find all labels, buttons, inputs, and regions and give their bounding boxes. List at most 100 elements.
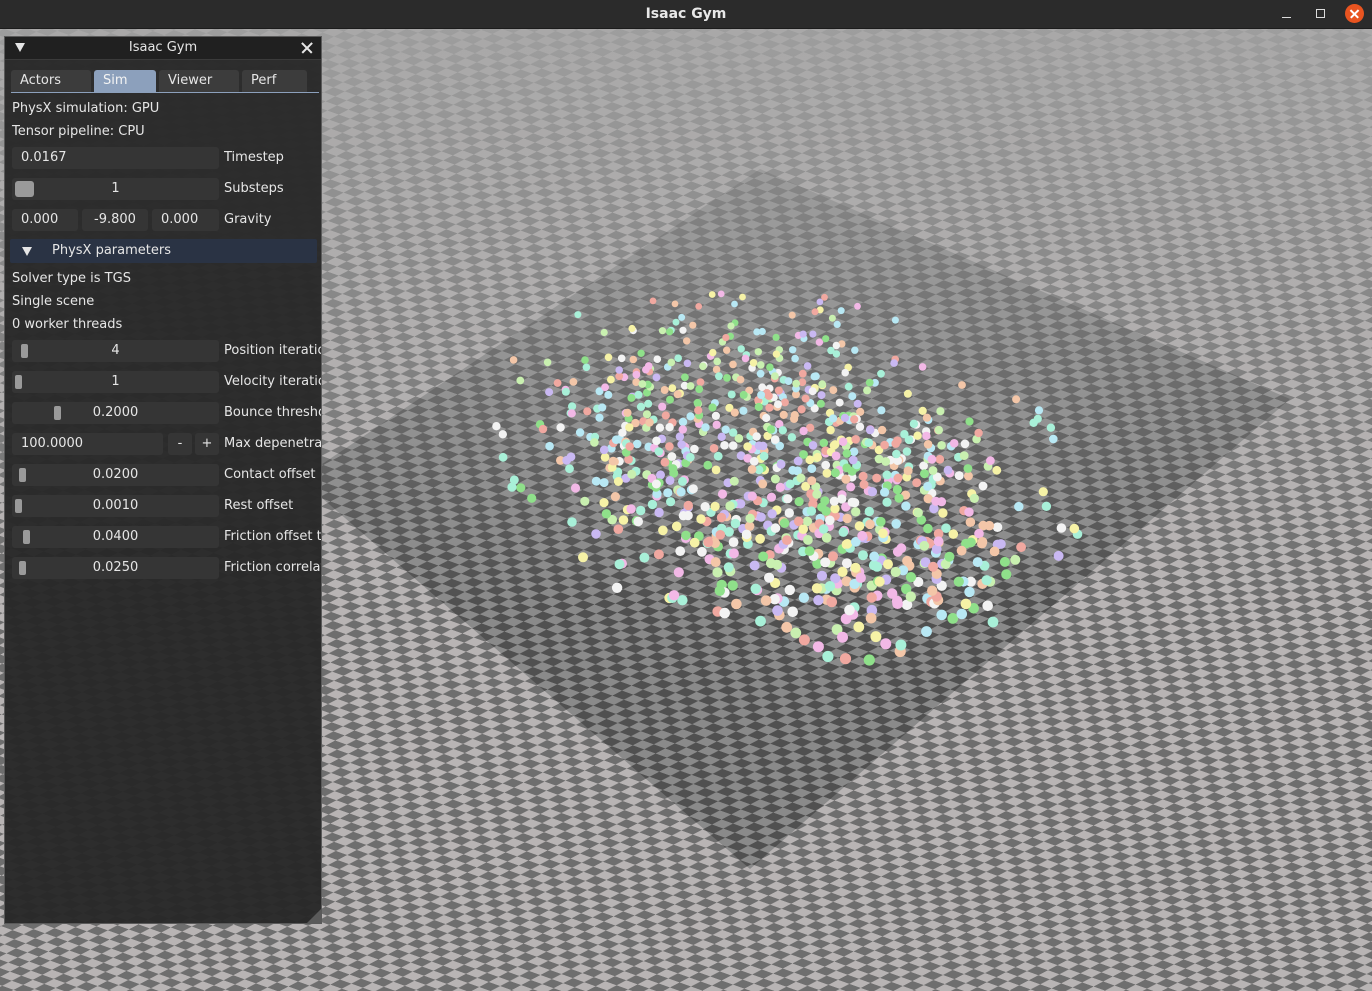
sphere xyxy=(672,318,680,326)
sphere xyxy=(613,524,624,534)
slider-grab[interactable] xyxy=(20,344,28,358)
sphere xyxy=(527,493,537,503)
slider-grab[interactable] xyxy=(18,561,26,575)
sphere xyxy=(728,548,739,559)
sphere xyxy=(779,518,790,528)
slider-grab[interactable] xyxy=(15,181,34,197)
sphere xyxy=(653,355,662,364)
sphere xyxy=(683,337,691,345)
increment-button[interactable]: + xyxy=(195,433,219,455)
gravity-x-input[interactable]: 0.000 xyxy=(12,209,78,231)
sphere xyxy=(634,390,643,399)
decrement-button[interactable]: - xyxy=(168,433,192,455)
expand-arrow-icon xyxy=(22,247,32,256)
sphere xyxy=(797,405,806,414)
sphere xyxy=(671,300,679,308)
rest-offset-slider[interactable]: 0.0010 xyxy=(12,495,219,517)
slider-grab[interactable] xyxy=(15,499,22,513)
sphere xyxy=(877,369,885,378)
timestep-input[interactable]: 0.0167 xyxy=(12,147,219,169)
slider-grab[interactable] xyxy=(18,468,26,482)
sphere xyxy=(753,328,761,336)
slider-grab[interactable] xyxy=(22,530,30,544)
contact-offset-slider[interactable]: 0.0200 xyxy=(12,464,219,486)
position-iterations-slider[interactable]: 4 xyxy=(12,340,219,362)
sphere xyxy=(685,452,695,462)
close-window-icon[interactable] xyxy=(1345,4,1364,23)
sphere xyxy=(667,358,676,367)
sphere xyxy=(615,366,623,374)
sphere xyxy=(866,592,877,603)
sphere xyxy=(1049,434,1058,444)
sphere xyxy=(903,389,912,398)
sphere xyxy=(712,365,721,374)
sphere xyxy=(878,528,888,539)
max-depenetration-input[interactable]: 100.0000 xyxy=(12,433,163,455)
sphere xyxy=(1014,501,1024,512)
sphere xyxy=(730,408,739,417)
sphere xyxy=(918,363,927,371)
sphere xyxy=(827,346,835,355)
sphere xyxy=(661,411,670,420)
sphere xyxy=(538,424,548,434)
slider-grab[interactable] xyxy=(53,406,61,420)
sphere xyxy=(689,537,700,548)
sphere xyxy=(717,489,728,499)
sphere xyxy=(853,399,862,408)
sphere xyxy=(895,639,907,651)
sphere xyxy=(730,518,741,529)
sphere xyxy=(613,477,623,486)
physx-parameters-header[interactable]: PhysX parameters xyxy=(10,239,317,263)
sphere xyxy=(575,428,585,437)
minimize-icon[interactable] xyxy=(1277,4,1297,24)
sphere xyxy=(887,588,898,599)
substeps-slider[interactable]: 1 xyxy=(12,178,219,200)
sphere xyxy=(972,557,983,568)
sphere xyxy=(923,494,933,504)
resize-grip-icon[interactable] xyxy=(307,909,321,923)
sphere xyxy=(841,558,852,569)
sphere xyxy=(686,412,695,421)
window-titlebar[interactable]: Isaac Gym xyxy=(0,0,1372,29)
close-icon[interactable] xyxy=(299,40,315,56)
sphere xyxy=(927,454,937,464)
sphere xyxy=(623,408,632,417)
gravity-z-input[interactable]: 0.000 xyxy=(152,209,219,231)
sphere xyxy=(869,551,880,562)
sphere xyxy=(715,372,723,381)
friction-correlation-slider[interactable]: 0.0250 xyxy=(12,557,219,579)
sphere xyxy=(750,583,761,594)
isaac-gym-panel[interactable]: Isaac Gym Actors Sim Viewer Perf PhysX s… xyxy=(4,36,322,924)
sphere xyxy=(629,355,638,364)
sphere xyxy=(913,431,922,440)
sphere xyxy=(567,409,576,418)
maximize-icon[interactable] xyxy=(1311,4,1331,24)
sphere xyxy=(842,539,853,549)
friction-correlation-value: 0.0250 xyxy=(92,560,139,575)
friction-offset-slider[interactable]: 0.0400 xyxy=(12,526,219,548)
velocity-iterations-slider[interactable]: 1 xyxy=(12,371,219,393)
sphere xyxy=(803,535,813,545)
sphere xyxy=(865,425,875,435)
sphere xyxy=(739,390,748,399)
panel-titlebar[interactable]: Isaac Gym xyxy=(5,37,321,60)
sphere xyxy=(894,493,904,503)
sphere xyxy=(601,509,612,519)
sphere xyxy=(625,442,634,451)
tab-viewer[interactable]: Viewer xyxy=(159,70,239,92)
tab-sim[interactable]: Sim xyxy=(94,70,156,92)
gravity-y-input[interactable]: -9.800 xyxy=(82,209,148,231)
sphere xyxy=(956,608,968,620)
sphere xyxy=(798,524,808,534)
sphere xyxy=(772,350,781,358)
bounce-threshold-slider[interactable]: 0.2000 xyxy=(12,402,219,424)
sphere xyxy=(618,515,629,525)
sphere xyxy=(770,474,780,484)
slider-grab[interactable] xyxy=(15,375,22,389)
tab-perf[interactable]: Perf xyxy=(242,70,307,92)
tab-actors[interactable]: Actors xyxy=(11,70,91,92)
sphere xyxy=(711,465,721,475)
sphere xyxy=(964,507,974,517)
sphere xyxy=(758,551,769,562)
sphere xyxy=(987,616,999,628)
